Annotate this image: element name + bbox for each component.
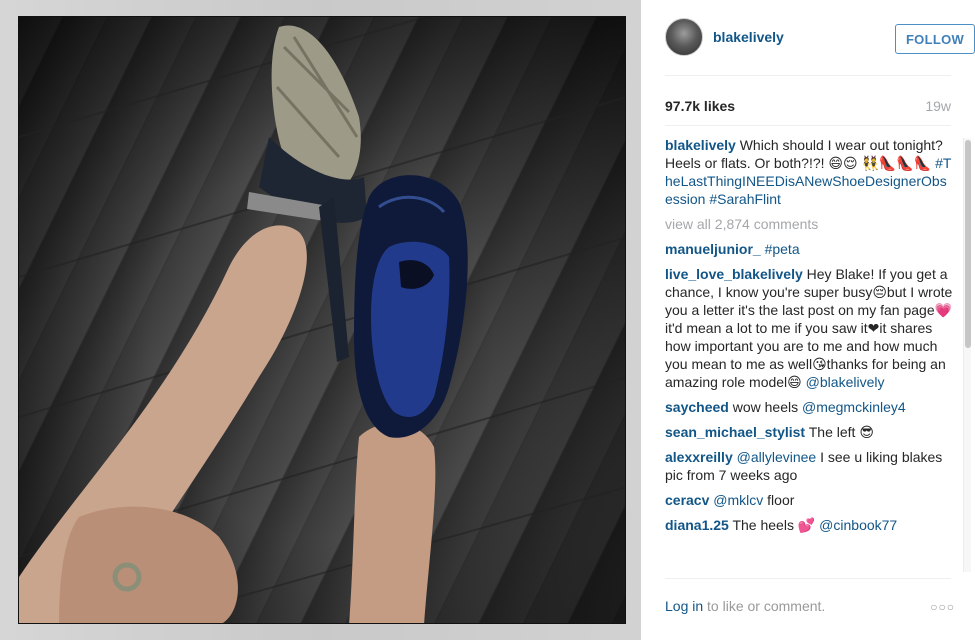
comment-text: Hey Blake! If you get a chance, I know y… <box>665 266 953 390</box>
comment-item: alexxreilly @allylevinee I see u liking … <box>665 448 953 484</box>
comment-text: floor <box>767 492 795 508</box>
post-sidebar: blakelively FOLLOW 97.7k likes 19w blake… <box>641 0 975 640</box>
comment-mention[interactable]: #peta <box>765 241 800 257</box>
comment-item: saycheed wow heels @megmckinley4 <box>665 398 953 416</box>
caption: blakelively Which should I wear out toni… <box>665 136 953 208</box>
comment-mention[interactable]: @cinbook77 <box>819 517 897 533</box>
shoes-illustration <box>19 17 625 623</box>
comment-item: sean_michael_stylist The left 😎 <box>665 423 953 441</box>
avatar[interactable] <box>665 18 703 56</box>
username-link[interactable]: blakelively <box>713 29 784 45</box>
comment-username[interactable]: sean_michael_stylist <box>665 424 805 440</box>
follow-button[interactable]: FOLLOW <box>895 24 975 54</box>
comment-mention[interactable]: @blakelively <box>806 374 885 390</box>
caption-emoji: 😄😌 👯👠👠👠 <box>828 155 932 171</box>
post-header: blakelively FOLLOW <box>665 18 975 76</box>
comment-username[interactable]: alexxreilly <box>665 449 733 465</box>
comment-item: ceracv @mklcv floor <box>665 491 953 509</box>
comment-item: live_love_blakelively Hey Blake! If you … <box>665 265 953 391</box>
photo-panel <box>0 0 641 640</box>
caption-username[interactable]: blakelively <box>665 137 736 153</box>
divider <box>665 125 951 126</box>
comment-username[interactable]: diana1.25 <box>665 517 729 533</box>
post-footer: Log in to like or comment. ○○○ <box>665 598 955 618</box>
instagram-post-window: blakelively FOLLOW 97.7k likes 19w blake… <box>0 0 975 640</box>
comment-text: wow heels <box>732 399 799 415</box>
login-link[interactable]: Log in <box>665 598 703 614</box>
comments-list: blakelively Which should I wear out toni… <box>665 136 953 570</box>
comment-username[interactable]: manueljunior_ <box>665 241 761 257</box>
divider <box>665 578 951 579</box>
comment-username[interactable]: live_love_blakelively <box>665 266 803 282</box>
post-photo[interactable] <box>18 16 626 624</box>
likes-count[interactable]: 97.7k likes <box>665 98 735 114</box>
ellipsis-icon[interactable]: ○○○ <box>930 600 955 614</box>
comment-item: diana1.25 The heels 💕 @cinbook77 <box>665 516 953 534</box>
post-stats: 97.7k likes 19w <box>665 98 951 116</box>
scrollbar-thumb[interactable] <box>965 140 971 348</box>
comments-scrollbar[interactable] <box>963 138 971 572</box>
view-all-comments-label[interactable]: view all 2,874 comments <box>665 216 818 232</box>
login-prompt-text: to like or comment. <box>703 598 826 614</box>
comment-text: The left 😎 <box>808 424 874 440</box>
comment-text: The heels 💕 <box>732 517 816 533</box>
post-age[interactable]: 19w <box>925 98 951 114</box>
comment-username[interactable]: saycheed <box>665 399 729 415</box>
comment-mention[interactable]: @allylevinee <box>737 449 817 465</box>
view-all-comments[interactable]: view all 2,874 comments <box>665 215 953 233</box>
comment-mention[interactable]: @mklcv <box>713 492 763 508</box>
comment-mention[interactable]: @megmckinley4 <box>802 399 906 415</box>
comment-username[interactable]: ceracv <box>665 492 709 508</box>
comment-item: manueljunior_ #peta <box>665 240 953 258</box>
